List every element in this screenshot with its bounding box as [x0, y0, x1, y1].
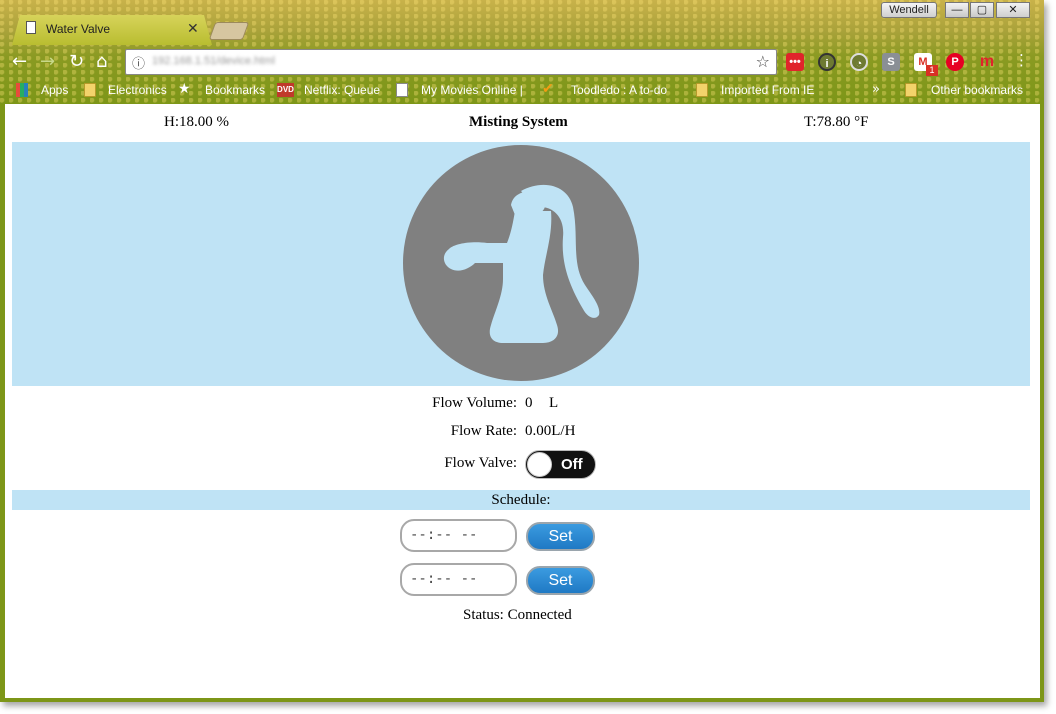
m-extension-icon[interactable]: m [978, 53, 996, 71]
site-info-icon[interactable]: ⓘ [132, 53, 145, 72]
folder-icon [905, 83, 917, 97]
schedule-header: Schedule: [12, 490, 1030, 510]
humidity-reading: H:18.00 % [164, 114, 229, 130]
flow-volume-value: 0 [525, 395, 533, 411]
forward-icon[interactable]: → [40, 51, 55, 72]
apps-grid-icon[interactable] [16, 83, 28, 97]
toggle-knob [527, 452, 552, 477]
hero-banner [12, 142, 1030, 386]
browser-window: Water Valve ✕ Wendell — ▢ ✕ ← → ↻ ⌂ ⓘ 19… [0, 0, 1044, 702]
home-icon[interactable]: ⌂ [96, 51, 107, 72]
set-button-2[interactable]: Set [526, 566, 595, 595]
bookmark-imported-from-ie[interactable]: Imported From IE [721, 83, 814, 97]
set-button-1[interactable]: Set [526, 522, 595, 551]
gmail-badge: 1 [926, 65, 938, 76]
checkmark-icon: ✔ [542, 81, 554, 97]
page-title: Misting System [469, 114, 568, 130]
tab-close-icon[interactable]: ✕ [187, 20, 199, 37]
temperature-reading: T:78.80 °F [804, 114, 869, 130]
url-text: 192.168.1.51/device.html [152, 55, 275, 67]
flow-rate-label: Flow Rate: [450, 423, 517, 439]
pinterest-extension-icon[interactable]: P [946, 53, 964, 71]
window-frame-right [1040, 104, 1044, 702]
water-pump-glyph [443, 184, 600, 343]
folder-icon [84, 83, 96, 97]
close-window-button[interactable]: ✕ [996, 2, 1030, 18]
lastpass-extension-icon[interactable]: ••• [786, 53, 804, 71]
address-bar[interactable]: ⓘ 192.168.1.51/device.html ☆ [125, 49, 777, 75]
flow-valve-label: Flow Valve: [444, 455, 517, 471]
tab-water-valve[interactable] [12, 15, 212, 45]
schedule-time-input-2[interactable]: --:-- -- [400, 563, 517, 596]
window-frame-left [0, 104, 5, 702]
dvd-icon: DVD [277, 83, 294, 97]
ublock-extension-icon[interactable]: ◔ [850, 53, 868, 71]
window-frame-bottom [0, 698, 1044, 702]
page-icon [26, 21, 36, 34]
flow-volume-label: Flow Volume: [432, 395, 517, 411]
bookmarks-overflow-chevron[interactable]: » [872, 82, 880, 97]
maximize-button[interactable]: ▢ [970, 2, 994, 18]
bookmark-electronics[interactable]: Electronics [108, 83, 167, 97]
folder-icon [696, 83, 708, 97]
bookmark-star-icon[interactable]: ☆ [756, 52, 770, 71]
bookmark-toodledo[interactable]: Toodledo : A to-do [571, 83, 667, 97]
back-icon[interactable]: ← [12, 51, 27, 72]
bookmark-apps[interactable]: Apps [41, 83, 68, 97]
flow-volume-unit: L [549, 395, 559, 411]
bookmark-bookmarks[interactable]: Bookmarks [205, 83, 265, 97]
new-tab-button[interactable] [208, 22, 250, 40]
info-extension-icon[interactable]: i [818, 53, 836, 71]
menu-icon[interactable]: ⋮ [1014, 51, 1029, 69]
star-icon: ★ [178, 81, 191, 97]
bookmark-netflix-queue[interactable]: Netflix: Queue [304, 83, 380, 97]
minimize-button[interactable]: — [945, 2, 969, 18]
tab-title: Water Valve [46, 22, 111, 36]
flow-rate-value: 0.00L/H [525, 423, 576, 439]
flow-valve-toggle[interactable]: Off [525, 450, 596, 479]
bookmark-other-bookmarks[interactable]: Other bookmarks [931, 83, 1023, 97]
water-pump-icon [403, 145, 639, 381]
profile-button[interactable]: Wendell [881, 2, 937, 18]
page-icon [396, 83, 408, 97]
connection-status: Status: Connected [463, 607, 572, 623]
s-extension-icon[interactable]: S [882, 53, 900, 71]
schedule-time-input-1[interactable]: --:-- -- [400, 519, 517, 552]
toggle-state-text: Off [561, 456, 583, 473]
bookmark-my-movies[interactable]: My Movies Online | [421, 83, 523, 97]
reload-icon[interactable]: ↻ [69, 51, 84, 72]
